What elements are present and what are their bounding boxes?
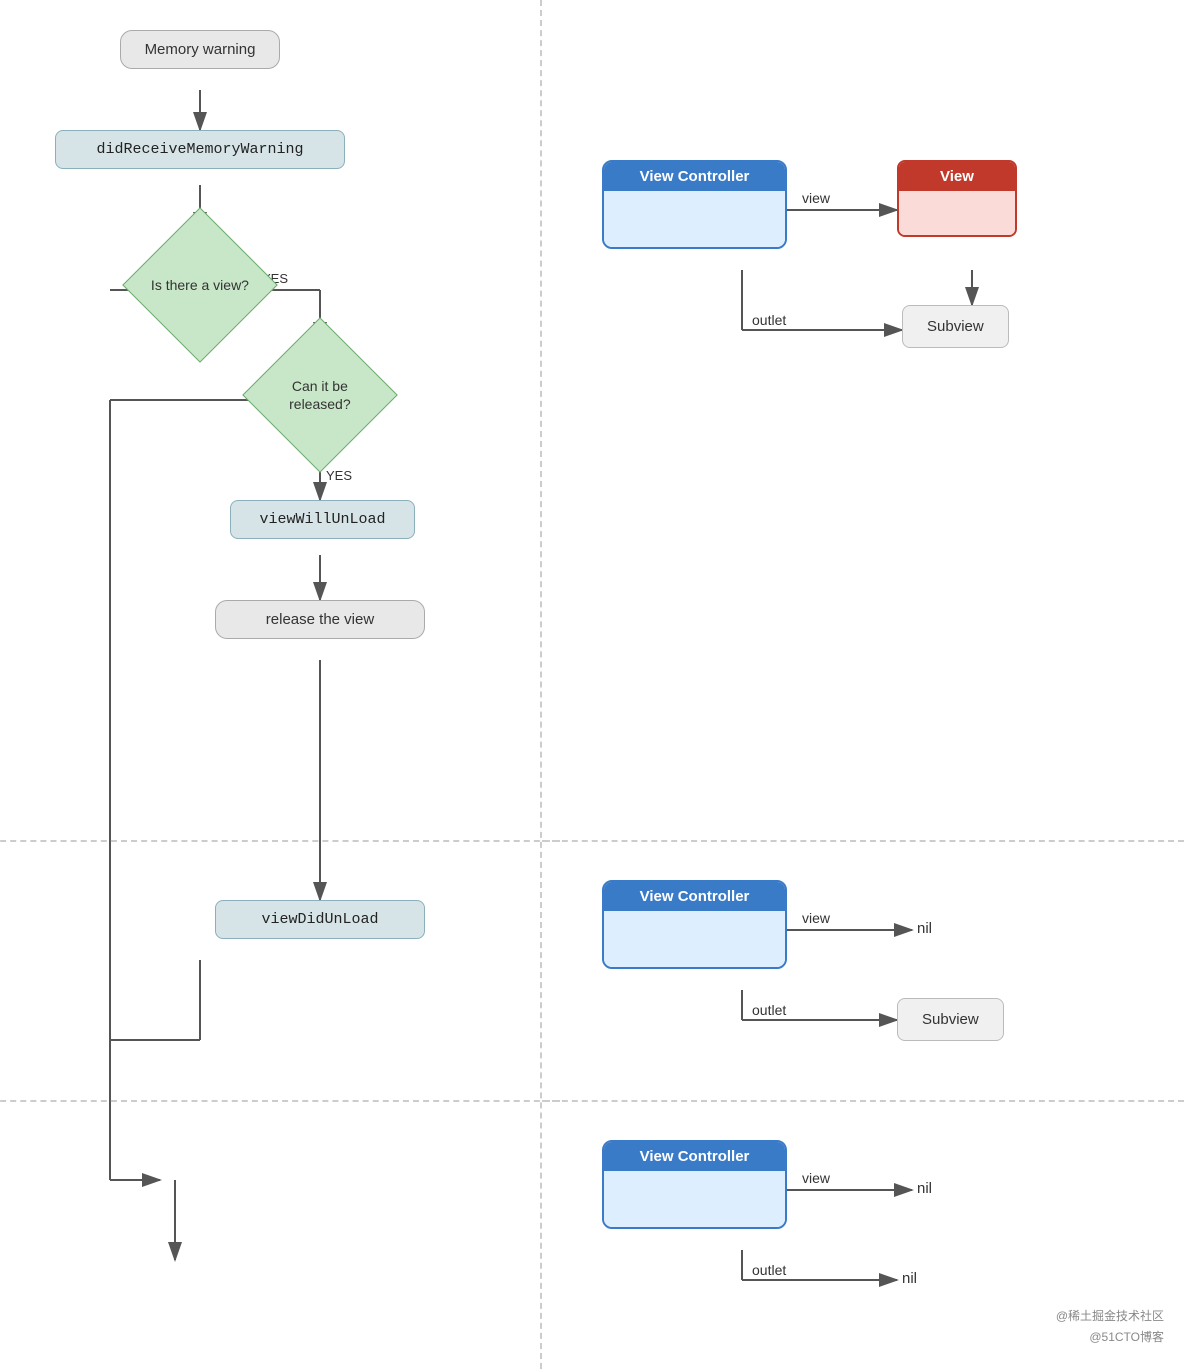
view-will-unload-label: viewWillUnLoad	[230, 500, 415, 539]
vc2-header: View Controller	[604, 882, 785, 911]
right-h-divider-2	[542, 1100, 1184, 1102]
view-box-red: View	[897, 160, 1017, 237]
watermark-line2: @51CTO博客	[1056, 1327, 1164, 1349]
left-panel: YES YES Memory warning	[0, 0, 540, 1369]
subview1-label: Subview	[902, 305, 1009, 348]
h-divider-1	[0, 840, 560, 842]
vc1-header: View Controller	[604, 162, 785, 191]
vc3-header: View Controller	[604, 1142, 785, 1171]
view3-nil: nil	[917, 1180, 932, 1197]
view1-body	[899, 191, 1015, 235]
release-view-label: release the view	[215, 600, 425, 639]
memory-warning-box: Memory warning	[120, 30, 280, 69]
view-did-unload-box: viewDidUnLoad	[215, 900, 425, 939]
view1-header: View	[899, 162, 1015, 191]
view-will-unload-box: viewWillUnLoad	[230, 500, 415, 539]
watermark-line1: @稀土掘金技术社区	[1056, 1306, 1164, 1328]
svg-text:outlet: outlet	[752, 312, 786, 328]
main-container: YES YES Memory warning	[0, 0, 1184, 1369]
vc1-body	[604, 191, 785, 247]
svg-text:outlet: outlet	[752, 1002, 786, 1018]
right-h-divider-1	[542, 840, 1184, 842]
vc-box-2: View Controller	[602, 880, 787, 969]
svg-text:outlet: outlet	[752, 1262, 786, 1278]
vc2-body	[604, 911, 785, 967]
diamond-can-release-label: Can it be released?	[266, 377, 374, 413]
svg-text:view: view	[802, 910, 831, 926]
svg-text:view: view	[802, 190, 831, 206]
diamond-can-release: Can it be released?	[265, 340, 375, 450]
subview-box-1: Subview	[902, 305, 1009, 348]
svg-text:YES: YES	[326, 468, 352, 483]
subview2-label: Subview	[897, 998, 1004, 1041]
diamond-is-view: Is there a view?	[145, 230, 255, 340]
view-did-unload-label: viewDidUnLoad	[215, 900, 425, 939]
view2-nil: nil	[917, 920, 932, 937]
outlet3-nil: nil	[902, 1270, 917, 1287]
did-receive-label: didReceiveMemoryWarning	[55, 130, 345, 169]
svg-text:view: view	[802, 1170, 831, 1186]
watermark: @稀土掘金技术社区 @51CTO博客	[1056, 1306, 1164, 1349]
vc-box-1: View Controller	[602, 160, 787, 249]
diamond-is-view-label: Is there a view?	[151, 276, 249, 294]
did-receive-box: didReceiveMemoryWarning	[55, 130, 345, 169]
memory-warning-label: Memory warning	[120, 30, 280, 69]
release-view-box: release the view	[215, 600, 425, 639]
right-panel: view outlet View Controller View	[542, 0, 1184, 1369]
subview-box-2: Subview	[897, 998, 1004, 1041]
h-divider-2	[0, 1100, 560, 1102]
vc-box-3: View Controller	[602, 1140, 787, 1229]
flowchart-svg: YES YES	[0, 0, 500, 1300]
vc3-body	[604, 1171, 785, 1227]
